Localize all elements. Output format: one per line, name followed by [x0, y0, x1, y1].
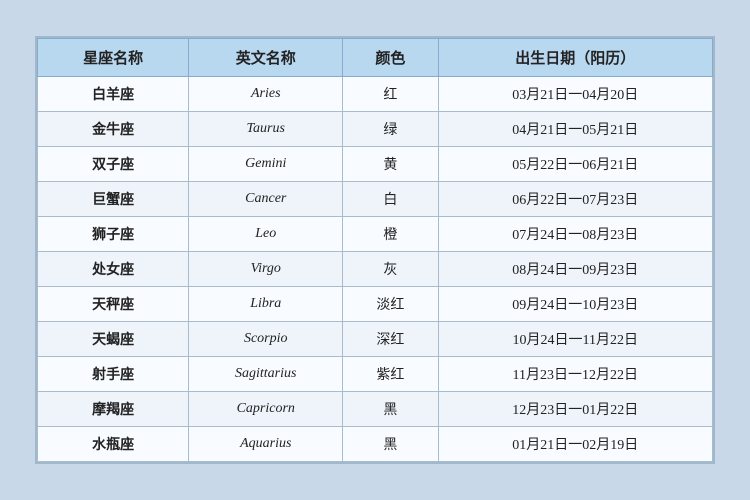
- cell-dates: 08月24日一09月23日: [438, 252, 713, 287]
- cell-color: 橙: [343, 217, 438, 252]
- zodiac-table: 星座名称 英文名称 颜色 出生日期（阳历） 白羊座Aries红03月21日一04…: [37, 38, 713, 462]
- cell-dates: 07月24日一08月23日: [438, 217, 713, 252]
- cell-chinese-name: 双子座: [38, 147, 189, 182]
- header-color: 颜色: [343, 39, 438, 77]
- cell-dates: 05月22日一06月21日: [438, 147, 713, 182]
- table-row: 处女座Virgo灰08月24日一09月23日: [38, 252, 713, 287]
- cell-dates: 10月24日一11月22日: [438, 322, 713, 357]
- table-row: 天秤座Libra淡红09月24日一10月23日: [38, 287, 713, 322]
- cell-dates: 09月24日一10月23日: [438, 287, 713, 322]
- table-row: 巨蟹座Cancer白06月22日一07月23日: [38, 182, 713, 217]
- cell-dates: 11月23日一12月22日: [438, 357, 713, 392]
- cell-chinese-name: 水瓶座: [38, 427, 189, 462]
- cell-color: 淡红: [343, 287, 438, 322]
- table-row: 射手座Sagittarius紫红11月23日一12月22日: [38, 357, 713, 392]
- cell-color: 灰: [343, 252, 438, 287]
- cell-color: 白: [343, 182, 438, 217]
- table-row: 摩羯座Capricorn黑12月23日一01月22日: [38, 392, 713, 427]
- cell-english-name: Libra: [189, 287, 343, 322]
- cell-english-name: Scorpio: [189, 322, 343, 357]
- cell-english-name: Leo: [189, 217, 343, 252]
- cell-chinese-name: 射手座: [38, 357, 189, 392]
- cell-english-name: Sagittarius: [189, 357, 343, 392]
- cell-english-name: Cancer: [189, 182, 343, 217]
- cell-color: 深红: [343, 322, 438, 357]
- cell-english-name: Aries: [189, 77, 343, 112]
- table-row: 水瓶座Aquarius黑01月21日一02月19日: [38, 427, 713, 462]
- cell-dates: 04月21日一05月21日: [438, 112, 713, 147]
- table-row: 天蝎座Scorpio深红10月24日一11月22日: [38, 322, 713, 357]
- cell-color: 黑: [343, 427, 438, 462]
- cell-chinese-name: 白羊座: [38, 77, 189, 112]
- cell-dates: 01月21日一02月19日: [438, 427, 713, 462]
- table-row: 金牛座Taurus绿04月21日一05月21日: [38, 112, 713, 147]
- cell-english-name: Capricorn: [189, 392, 343, 427]
- cell-dates: 12月23日一01月22日: [438, 392, 713, 427]
- table-row: 白羊座Aries红03月21日一04月20日: [38, 77, 713, 112]
- cell-chinese-name: 天蝎座: [38, 322, 189, 357]
- cell-color: 红: [343, 77, 438, 112]
- cell-dates: 03月21日一04月20日: [438, 77, 713, 112]
- table-header-row: 星座名称 英文名称 颜色 出生日期（阳历）: [38, 39, 713, 77]
- cell-color: 绿: [343, 112, 438, 147]
- cell-color: 黄: [343, 147, 438, 182]
- cell-chinese-name: 狮子座: [38, 217, 189, 252]
- cell-chinese-name: 天秤座: [38, 287, 189, 322]
- cell-color: 黑: [343, 392, 438, 427]
- cell-chinese-name: 金牛座: [38, 112, 189, 147]
- zodiac-table-container: 星座名称 英文名称 颜色 出生日期（阳历） 白羊座Aries红03月21日一04…: [35, 36, 715, 464]
- table-row: 狮子座Leo橙07月24日一08月23日: [38, 217, 713, 252]
- cell-english-name: Virgo: [189, 252, 343, 287]
- table-row: 双子座Gemini黄05月22日一06月21日: [38, 147, 713, 182]
- header-dates: 出生日期（阳历）: [438, 39, 713, 77]
- cell-english-name: Taurus: [189, 112, 343, 147]
- cell-color: 紫红: [343, 357, 438, 392]
- cell-chinese-name: 巨蟹座: [38, 182, 189, 217]
- cell-dates: 06月22日一07月23日: [438, 182, 713, 217]
- header-english-name: 英文名称: [189, 39, 343, 77]
- cell-chinese-name: 摩羯座: [38, 392, 189, 427]
- header-chinese-name: 星座名称: [38, 39, 189, 77]
- table-body: 白羊座Aries红03月21日一04月20日金牛座Taurus绿04月21日一0…: [38, 77, 713, 462]
- cell-english-name: Aquarius: [189, 427, 343, 462]
- cell-english-name: Gemini: [189, 147, 343, 182]
- cell-chinese-name: 处女座: [38, 252, 189, 287]
